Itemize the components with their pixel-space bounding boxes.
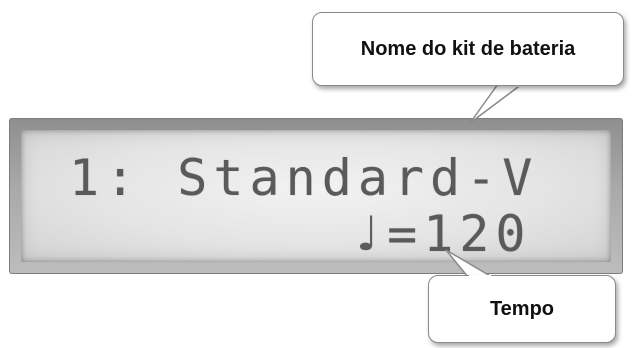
diagram: 1: Standard-V ♩=120 Nome do kit de bater… — [0, 0, 637, 348]
lcd-kit-name-line: 1: Standard-V — [69, 149, 539, 207]
kit-name-callout: Nome do kit de bateria — [312, 12, 624, 86]
tempo-callout: Tempo — [428, 275, 616, 343]
lcd-screen: 1: Standard-V ♩=120 — [21, 130, 611, 262]
lcd-tempo-line: ♩=120 — [351, 205, 532, 263]
tempo-callout-label: Tempo — [489, 297, 555, 320]
lcd-bezel: 1: Standard-V ♩=120 — [9, 118, 623, 274]
kit-name-callout-label: Nome do kit de bateria — [360, 37, 576, 60]
